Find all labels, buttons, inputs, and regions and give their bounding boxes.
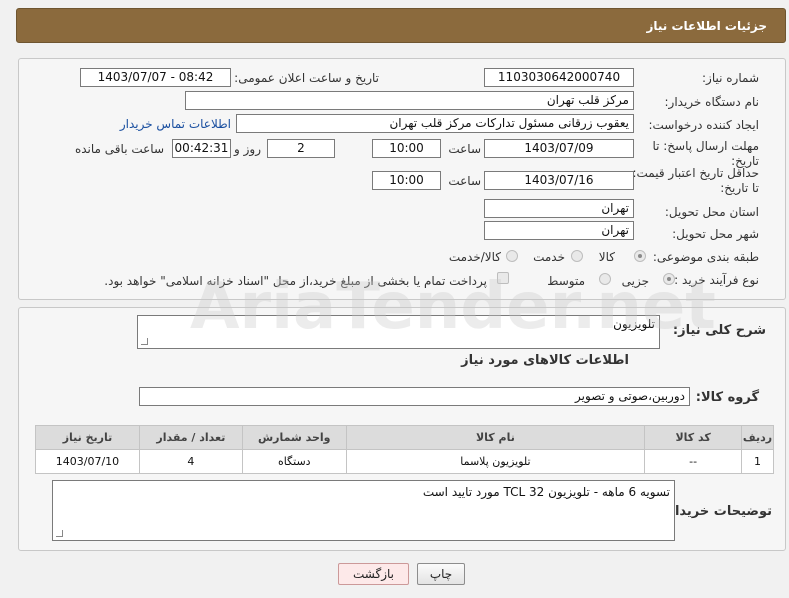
col-name: نام کالا: [345, 425, 646, 450]
reply-time-label: ساعت: [448, 142, 481, 156]
buyer-notes-label: توضیحات خریدار:: [662, 504, 772, 519]
price-validity-time-label: ساعت: [448, 174, 481, 188]
goods-group-label: گروه کالا:: [695, 390, 759, 405]
goods-info-title: اطلاعات کالاهای مورد نیاز: [461, 353, 629, 368]
table-row: 1 -- تلویزیون پلاسما دستگاه 4 1403/07/10: [35, 449, 774, 474]
reply-days-field: 2: [267, 139, 335, 158]
summary-field: تلویزیون: [137, 315, 660, 349]
days-label: روز و: [234, 142, 261, 156]
col-code: کد کالا: [644, 425, 743, 450]
cell-date: 1403/07/10: [35, 449, 140, 474]
notes-resize-handle[interactable]: [56, 530, 63, 537]
process-option-medium: متوسط: [547, 274, 585, 288]
page-header: جزئیات اطلاعات نیاز: [16, 8, 786, 43]
buyer-notes-field: تسویه 6 ماهه - تلویزیون TCL 32 مورد تایی…: [52, 480, 675, 541]
page-title: جزئیات اطلاعات نیاز: [646, 19, 767, 33]
reply-date-field: 1403/07/09: [484, 139, 634, 158]
process-option-minor: جزیی: [621, 274, 649, 288]
back-button[interactable]: بازگشت: [338, 563, 409, 585]
price-validity-date-field: 1403/07/16: [484, 171, 634, 190]
creator-field: یعقوب زرقانی مسئول تدارکات مرکز قلب تهرا…: [236, 114, 634, 133]
process-radio-medium[interactable]: [599, 273, 611, 285]
category-radio-goods-service[interactable]: [506, 250, 518, 262]
creator-label: ایجاد کننده درخواست:: [648, 118, 759, 132]
city-label: شهر محل تحویل:: [672, 227, 759, 241]
category-option-goods: کالا: [598, 250, 615, 264]
treasury-checkbox[interactable]: [497, 272, 509, 284]
cell-row: 1: [741, 449, 774, 474]
cell-name: تلویزیون پلاسما: [345, 449, 646, 474]
province-label: استان محل تحویل:: [664, 205, 759, 219]
city-field: تهران: [484, 221, 634, 240]
category-option-goods-service: کالا/خدمت: [448, 250, 501, 264]
goods-table: ردیف کد کالا نام کالا واحد شمارش تعداد /…: [35, 425, 774, 474]
category-label: طبقه بندی موضوعی:: [652, 250, 759, 264]
treasury-note: پرداخت تمام یا بخشی از مبلغ خرید،از محل …: [104, 274, 487, 288]
announce-label: تاریخ و ساعت اعلان عمومی:: [234, 71, 379, 85]
print-button[interactable]: چاپ: [417, 563, 465, 585]
goods-table-header: ردیف کد کالا نام کالا واحد شمارش تعداد /…: [35, 425, 774, 450]
buyer-org-field: مرکز قلب تهران: [185, 91, 634, 110]
process-radio-minor[interactable]: [663, 273, 675, 285]
buyer-contact-link[interactable]: اطلاعات تماس خریدار: [120, 117, 231, 131]
goods-group-field: دوربین،صوتی و تصویر: [139, 387, 690, 406]
col-date: تاریخ نیاز: [35, 425, 140, 450]
col-row: ردیف: [741, 425, 774, 450]
price-validity-time-field: 10:00: [372, 171, 441, 190]
province-field: تهران: [484, 199, 634, 218]
announce-field: 1403/07/07 - 08:42: [80, 68, 231, 87]
price-validity-label: حداقل تاریخ اعتبار قیمت: تا تاریخ:: [632, 166, 759, 195]
category-option-service: خدمت: [533, 250, 565, 264]
need-number-label: شماره نیاز:: [702, 71, 759, 85]
buyer-org-label: نام دستگاه خریدار:: [664, 95, 760, 109]
cell-code: --: [644, 449, 743, 474]
category-radio-service[interactable]: [571, 250, 583, 262]
buyer-notes-value: تسویه 6 ماهه - تلویزیون TCL 32 مورد تایی…: [422, 485, 670, 499]
cell-qty: 4: [138, 449, 243, 474]
summary-label: شرح کلی نیاز:: [672, 323, 766, 338]
reply-deadline-label: مهلت ارسال پاسخ: تا تاریخ:: [652, 139, 759, 168]
resize-handle[interactable]: [141, 338, 148, 345]
need-number-field: 1103030642000740: [484, 68, 634, 87]
category-radio-goods[interactable]: [634, 250, 646, 262]
col-unit: واحد شمارش: [241, 425, 347, 450]
process-label: نوع فرآیند خرید :: [674, 273, 759, 287]
col-qty: تعداد / مقدار: [138, 425, 243, 450]
summary-value: تلویزیون: [613, 317, 655, 331]
cell-unit: دستگاه: [241, 449, 347, 474]
remaining-label: ساعت باقی مانده: [74, 142, 164, 156]
reply-time-field: 10:00: [372, 139, 441, 158]
remaining-time-field: 00:42:31: [172, 139, 231, 158]
